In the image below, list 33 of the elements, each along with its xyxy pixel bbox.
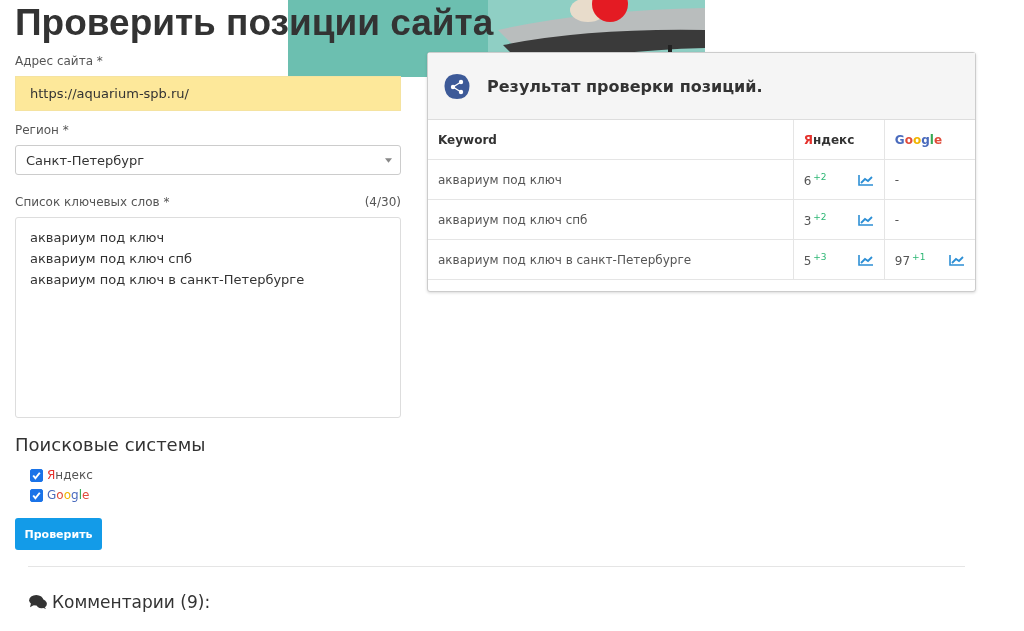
panel-title: Результат проверки позиций. [487,76,763,96]
position-value: 5 $^{+3}$ [803,251,827,268]
field-label: Регион * [15,123,70,137]
keyword-cell: аквариум под ключ в санкт-Петербурге [428,239,794,280]
region-select[interactable]: Санкт-Петербург [15,145,401,175]
comments-heading: Комментарии (9): [52,592,211,612]
position-value: 97 $^{+1}$ [894,251,926,268]
keyword-count: (4/30) [364,195,401,209]
engine-label: Яндекс [47,468,93,482]
position-value: - [894,172,900,187]
chart-icon[interactable] [857,173,874,186]
column-header: Яндекс [793,120,885,160]
section-heading: Поисковые системы [15,434,207,455]
chart-icon[interactable] [857,253,874,266]
keywords-field[interactable]: аквариум под ключ аквариум под ключ спб аквариум под ключ в санкт-Петербурге [15,217,401,418]
field-label: Список ключевых слов * [15,195,170,209]
caret-icon [385,157,392,163]
column-header: Google [884,120,975,160]
comments-icon [28,594,48,610]
position-value: 6 $^{+2}$ [803,171,827,188]
checkbox[interactable] [30,468,43,482]
position-value: 3 $^{+2}$ [803,211,827,228]
field-label: Адрес сайта * [15,54,104,68]
url-field[interactable]: https://aquarium-spb.ru/ [15,76,401,111]
share-icon [443,72,471,100]
chart-icon[interactable] [949,253,965,266]
engine-label: Google [47,488,90,502]
keyword-cell: аквариум под ключ [428,159,794,200]
chart-icon[interactable] [857,213,874,226]
keyword-cell: аквариум под ключ спб [428,199,794,240]
column-header: Keyword [428,120,794,160]
checkbox[interactable] [30,488,43,502]
position-value: - [894,212,900,227]
